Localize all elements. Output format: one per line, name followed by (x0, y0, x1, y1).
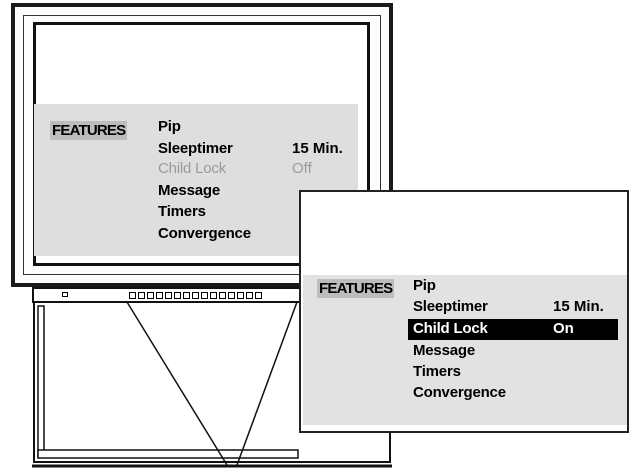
menu-item-child-lock[interactable]: Child Lock (158, 160, 226, 177)
features-menu-zoomed: FEATURES Pip Sleeptimer 15 Min. Child Lo… (303, 275, 627, 425)
tv-buttons (129, 292, 262, 300)
tv-button (129, 292, 136, 299)
menu-item-convergence[interactable]: Convergence (413, 384, 506, 401)
tv-button (255, 292, 262, 299)
zoomed-menu-panel: FEATURES Pip Sleeptimer 15 Min. Child Lo… (299, 190, 629, 433)
tv-button (156, 292, 163, 299)
menu-item-sleeptimer[interactable]: Sleeptimer (413, 298, 488, 315)
menu-item-timers[interactable]: Timers (158, 203, 206, 220)
tv-button (165, 292, 172, 299)
tv-button (183, 292, 190, 299)
menu-category: FEATURES (317, 279, 395, 298)
tv-button (201, 292, 208, 299)
tv-button (246, 292, 253, 299)
child-lock-value: On (553, 320, 574, 337)
menu-item-convergence[interactable]: Convergence (158, 225, 251, 242)
child-lock-value: Off (292, 160, 312, 177)
menu-item-timers[interactable]: Timers (413, 363, 461, 380)
tv-button (147, 292, 154, 299)
tv-button (192, 292, 199, 299)
power-indicator-icon (62, 292, 68, 297)
tv-button (219, 292, 226, 299)
tv-button (228, 292, 235, 299)
menu-item-message[interactable]: Message (413, 342, 475, 359)
tv-button (174, 292, 181, 299)
sleeptimer-value: 15 Min. (292, 140, 343, 157)
menu-item-pip[interactable]: Pip (413, 277, 436, 294)
sleeptimer-value: 15 Min. (553, 298, 604, 315)
menu-item-child-lock[interactable]: Child Lock (413, 320, 488, 337)
menu-item-sleeptimer[interactable]: Sleeptimer (158, 140, 233, 157)
tv-button (237, 292, 244, 299)
menu-item-message[interactable]: Message (158, 182, 220, 199)
tv-button (210, 292, 217, 299)
menu-item-pip[interactable]: Pip (158, 118, 181, 135)
menu-category: FEATURES (50, 121, 128, 140)
tv-button (138, 292, 145, 299)
